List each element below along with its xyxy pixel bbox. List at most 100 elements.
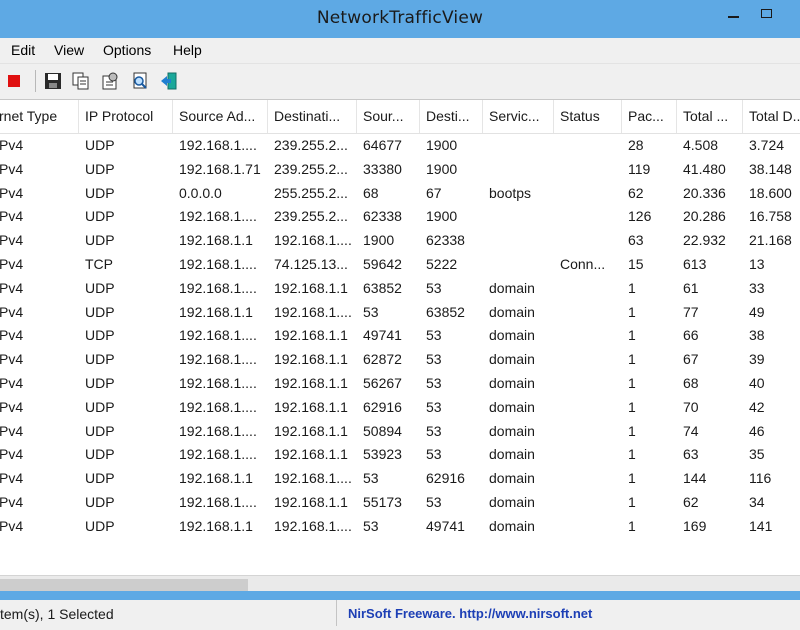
table-row[interactable]: Pv4 UDP 192.168.1.1 192.168.1.... 53 62916 dom… [0, 467, 800, 491]
menu-help[interactable]: Help [173, 42, 202, 58]
cell-service [483, 134, 554, 158]
table-row[interactable]: Pv4 UDP 192.168.1.... 192.168.1.1 50894 53 dom… [0, 420, 800, 444]
cell-source-port: 49741 [363, 327, 402, 344]
table-row[interactable]: Pv4 UDP 192.168.1.... 192.168.1.1 55173 53 dom… [0, 491, 800, 515]
column-header-total-data[interactable]: Total D... [743, 100, 800, 133]
cell-destination-port: 67 [426, 184, 442, 201]
cell-ip-protocol: UDP [85, 232, 115, 249]
find-button[interactable] [129, 70, 151, 92]
cell-destination-address: 192.168.1.... [274, 303, 352, 320]
table-row[interactable]: Pv4 UDP 192.168.1.... 192.168.1.1 62872 53 dom… [0, 348, 800, 372]
cell-total-data: 21.168 [749, 232, 792, 249]
table-row[interactable]: Pv4 UDP 192.168.1.... 192.168.1.1 49741 53 dom… [0, 324, 800, 348]
table-row[interactable]: Pv4 UDP 192.168.1.1 192.168.1.... 53 49741 dom… [0, 515, 800, 539]
cell-packets: 1 [628, 327, 636, 344]
exit-button[interactable] [158, 70, 180, 92]
cell-destination-address: 192.168.1.1 [274, 446, 348, 463]
save-button[interactable] [42, 70, 64, 92]
cell-source-address: 192.168.1.... [179, 398, 257, 415]
properties-button[interactable] [99, 70, 121, 92]
cell-ethernet-type: Pv4 [0, 351, 24, 368]
cell-ethernet-type: Pv4 [0, 303, 24, 320]
cell-total-data: 16.758 [749, 208, 792, 225]
column-header-ethernet-type[interactable]: rnet Type [0, 100, 79, 133]
cell-service: domain [489, 517, 535, 534]
table-row[interactable]: Pv4 UDP 192.168.1.1 192.168.1.... 1900 62338 6… [0, 229, 800, 253]
cell-total-size: 20.286 [683, 208, 726, 225]
cell-source-address: 192.168.1.... [179, 494, 257, 510]
cell-service [483, 205, 554, 229]
column-header-status[interactable]: Status [554, 100, 622, 133]
table-row[interactable]: Pv4 UDP 0.0.0.0 255.255.2... 68 67 bootps 62 20.… [0, 182, 800, 206]
cell-total-data: 38.148 [749, 160, 792, 177]
cell-source-port: 53 [363, 470, 379, 487]
cell-total-size: 41.480 [683, 160, 726, 177]
column-header-destination-address[interactable]: Destinati... [268, 100, 357, 133]
window-title: NetworkTrafficView [316, 8, 484, 28]
cell-packets: 1 [628, 398, 636, 415]
cell-total-size: 68 [683, 375, 699, 391]
table-row[interactable]: Pv4 UDP 192.168.1.... 192.168.1.1 62916 53 dom… [0, 396, 800, 420]
menu-view[interactable]: View [54, 42, 84, 58]
cell-packets: 15 [628, 256, 644, 272]
cell-source-port: 62916 [363, 398, 402, 415]
cell-status [554, 396, 622, 420]
menu-edit[interactable]: Edit [11, 42, 35, 58]
nirsoft-link[interactable]: NirSoft Freeware. http://www.nirsoft.net [348, 606, 592, 621]
title-bar[interactable]: NetworkTrafficView [0, 0, 800, 38]
table-row[interactable]: Pv4 UDP 192.168.1.1 192.168.1.... 53 63852 dom… [0, 301, 800, 325]
cell-total-data: 3.724 [749, 137, 785, 153]
copy-button[interactable] [70, 70, 92, 92]
cell-ip-protocol: UDP [85, 398, 115, 415]
cell-destination-address: 192.168.1.1 [274, 375, 348, 391]
copy-icon [72, 72, 89, 90]
column-header-total-size[interactable]: Total ... [677, 100, 743, 133]
traffic-list[interactable]: rnet Type IP Protocol Source Ad... Desti… [0, 99, 800, 576]
table-row[interactable]: Pv4 UDP 192.168.1.... 239.255.2... 64677 1900… [0, 134, 800, 158]
cell-source-address: 0.0.0.0 [179, 184, 222, 201]
column-header-service[interactable]: Servic... [483, 100, 554, 133]
cell-packets: 1 [628, 375, 636, 391]
cell-status [554, 491, 622, 515]
column-header-source-address[interactable]: Source Ad... [173, 100, 268, 133]
table-row[interactable]: Pv4 UDP 192.168.1.... 192.168.1.1 63852 53 dom… [0, 277, 800, 301]
menu-options[interactable]: Options [103, 42, 151, 58]
column-header-destination-port[interactable]: Desti... [420, 100, 483, 133]
cell-source-port: 62872 [363, 351, 402, 368]
cell-total-data: 39 [749, 351, 765, 368]
cell-service: domain [489, 351, 535, 368]
cell-service [483, 253, 554, 277]
cell-service: domain [489, 375, 535, 391]
stop-button[interactable] [3, 70, 25, 92]
cell-source-address: 192.168.1.... [179, 279, 257, 296]
cell-ethernet-type: Pv4 [0, 470, 24, 487]
maximize-icon [760, 8, 772, 18]
cell-packets: 1 [628, 470, 636, 487]
cell-source-port: 53923 [363, 446, 402, 463]
column-header-packets[interactable]: Pac... [622, 100, 677, 133]
maximize-button[interactable] [751, 0, 781, 26]
table-row[interactable]: Pv4 UDP 192.168.1.71 239.255.2... 33380 1900 1… [0, 158, 800, 182]
table-row[interactable]: Pv4 UDP 192.168.1.... 192.168.1.1 56267 53 dom… [0, 372, 800, 396]
table-row[interactable]: Pv4 UDP 192.168.1.... 239.255.2... 62338 1900… [0, 205, 800, 229]
table-row[interactable]: Pv4 UDP 192.168.1.... 192.168.1.1 53923 53 dom… [0, 443, 800, 467]
cell-total-data: 46 [749, 422, 765, 439]
cell-source-port: 53 [363, 303, 379, 320]
cell-source-port: 59642 [363, 256, 402, 272]
column-header-source-port[interactable]: Sour... [357, 100, 420, 133]
toolbar [0, 63, 800, 98]
cell-ip-protocol: UDP [85, 470, 115, 487]
table-row[interactable]: Pv4 TCP 192.168.1.... 74.125.13... 59642 5222… [0, 253, 800, 277]
cell-source-address: 192.168.1.... [179, 208, 257, 225]
cell-destination-address: 192.168.1.... [274, 232, 352, 249]
status-bar: tem(s), 1 Selected NirSoft Freeware. htt… [0, 596, 800, 630]
cell-ethernet-type: Pv4 [0, 184, 24, 201]
find-icon [133, 72, 147, 89]
column-header-ip-protocol[interactable]: IP Protocol [79, 100, 173, 133]
cell-destination-port: 1900 [426, 160, 458, 177]
minimize-button[interactable] [718, 0, 748, 26]
cell-total-size: 144 [683, 470, 707, 487]
cell-source-address: 192.168.1.... [179, 446, 257, 463]
cell-source-port: 62338 [363, 208, 402, 225]
minimize-icon [727, 16, 739, 18]
